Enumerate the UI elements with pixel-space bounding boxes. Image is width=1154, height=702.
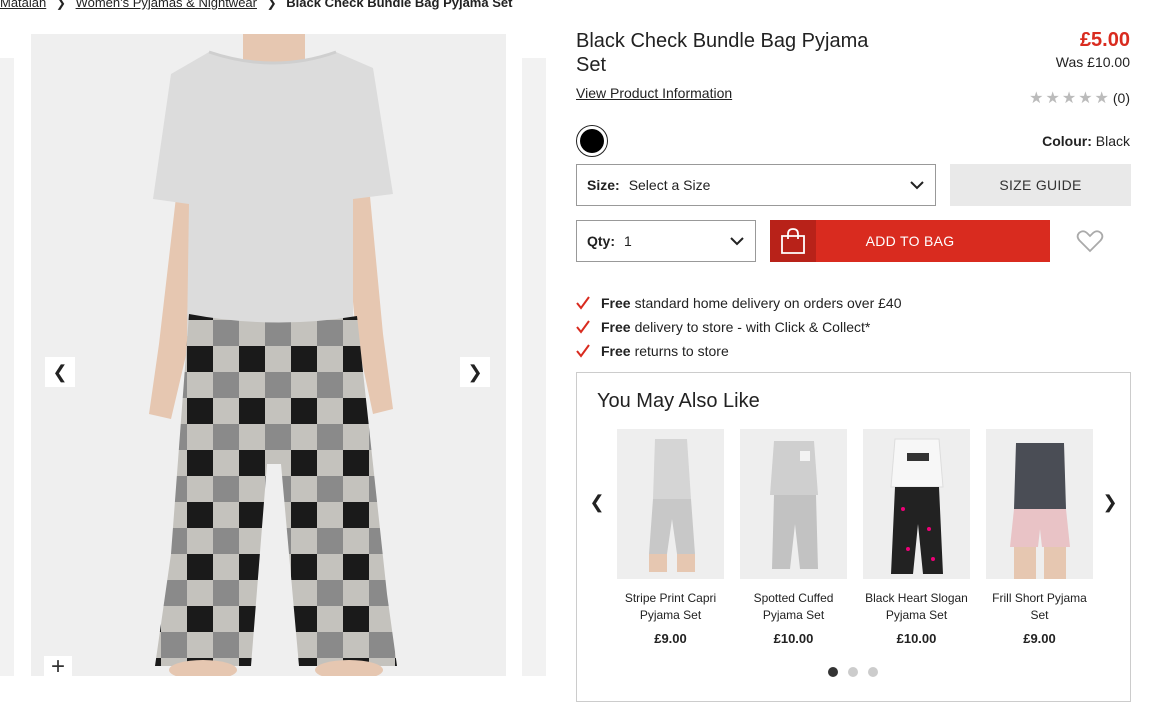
recommendation-image[interactable] — [740, 429, 847, 579]
colour-label: Colour: Black — [1042, 133, 1130, 149]
star-icon: ★ — [1061, 90, 1077, 107]
benefit-bold: Free — [601, 295, 631, 311]
recommendation-price: £9.00 — [1023, 631, 1056, 646]
chevron-down-icon — [910, 181, 924, 190]
you-may-also-like-panel: You May Also Like ❮ ❯ Stripe Print Capri… — [576, 372, 1131, 702]
recommendation-price: £10.00 — [773, 631, 814, 646]
breadcrumb-current: Black Check Bundle Bag Pyjama Set — [286, 0, 513, 10]
chevron-down-icon — [730, 237, 744, 246]
benefit-bold: Free — [601, 343, 631, 359]
product-photo-illustration — [149, 34, 397, 676]
recommendation-image[interactable] — [986, 429, 1093, 579]
heart-icon — [1076, 230, 1104, 253]
star-icon: ★ — [1045, 90, 1060, 107]
gallery-next-button[interactable]: ❯ — [460, 357, 490, 387]
gallery-prev-button[interactable]: ❮ — [45, 357, 75, 387]
product-title: Black Check Bundle Bag Pyjama Set — [576, 30, 869, 76]
benefit-item: Free standard home delivery on orders ov… — [576, 291, 902, 315]
add-to-bag-button[interactable]: ADD TO BAG — [770, 220, 1050, 262]
breadcrumb-separator-icon: ❯ — [55, 0, 66, 10]
chevron-right-icon: ❯ — [1102, 491, 1118, 512]
breadcrumb-link-home[interactable]: Matalan — [0, 0, 46, 10]
recommendation-image[interactable] — [617, 429, 724, 579]
size-select-label: Size: — [587, 177, 620, 193]
recommendation-card[interactable]: Spotted Cuffed Pyjama Set £10.00 — [740, 429, 847, 646]
rating[interactable]: ★ ★ ★ ★ ★ (0) — [1029, 88, 1130, 108]
product-main-image — [31, 34, 506, 676]
shopping-bag-icon — [770, 220, 816, 262]
recommendations-prev-button[interactable]: ❮ — [587, 491, 607, 513]
recommendation-card[interactable]: Black Heart Slogan Pyjama Set £10.00 — [863, 429, 970, 646]
chevron-left-icon: ❮ — [52, 361, 68, 382]
colour-label-title: Colour: — [1042, 133, 1092, 149]
previous-product-image-peek — [0, 58, 14, 676]
recommendation-card[interactable]: Frill Short Pyjama Set £9.00 — [986, 429, 1093, 646]
benefit-bold: Free — [601, 319, 631, 335]
quantity-select-label: Qty: — [587, 233, 615, 249]
recommendation-name[interactable]: Stripe Print Capri Pyjama Set — [617, 590, 724, 624]
size-select-value: Select a Size — [628, 177, 711, 193]
breadcrumb-link-category[interactable]: Women's Pyjamas & Nightwear — [76, 0, 257, 10]
add-to-bag-label: ADD TO BAG — [865, 233, 955, 249]
wishlist-button[interactable] — [1076, 229, 1104, 253]
chevron-right-icon: ❯ — [467, 361, 483, 382]
size-select[interactable]: Size: Select a Size — [576, 164, 936, 206]
star-icon: ★ — [1078, 90, 1093, 107]
breadcrumb-separator-icon: ❯ — [266, 0, 277, 10]
chevron-left-icon: ❮ — [589, 491, 605, 512]
zoom-button[interactable]: + — [44, 655, 72, 679]
recommendation-card[interactable]: Stripe Print Capri Pyjama Set £9.00 — [617, 429, 724, 646]
benefit-item: Free returns to store — [576, 339, 902, 363]
benefit-item: Free delivery to store - with Click & Co… — [576, 315, 902, 339]
benefit-text: returns to store — [634, 343, 729, 359]
colour-swatch-black[interactable] — [576, 125, 608, 157]
colour-swatch-fill — [580, 129, 604, 153]
star-icon: ★ — [1029, 90, 1044, 107]
tick-icon — [576, 344, 590, 358]
star-icon: ★ — [1094, 90, 1109, 107]
delivery-benefits-list: Free standard home delivery on orders ov… — [576, 291, 902, 363]
recommendation-name[interactable]: Black Heart Slogan Pyjama Set — [863, 590, 970, 624]
recommendation-name[interactable]: Frill Short Pyjama Set — [986, 590, 1093, 624]
benefit-text: standard home delivery on orders over £4… — [634, 295, 902, 311]
next-product-image-peek — [522, 58, 546, 676]
recommendation-price: £9.00 — [654, 631, 687, 646]
current-price: £5.00 — [1079, 29, 1130, 51]
tick-icon — [576, 296, 590, 310]
quantity-select[interactable]: Qty: 1 — [576, 220, 756, 262]
recommendations-title: You May Also Like — [597, 390, 760, 412]
rating-count: (0) — [1112, 90, 1130, 106]
recommendation-image[interactable] — [863, 429, 970, 579]
recommendations-next-button[interactable]: ❯ — [1100, 491, 1120, 513]
colour-value: Black — [1095, 133, 1130, 149]
quantity-select-value: 1 — [624, 233, 632, 249]
recommendation-name[interactable]: Spotted Cuffed Pyjama Set — [740, 590, 847, 624]
recommendation-price: £10.00 — [896, 631, 937, 646]
tick-icon — [576, 320, 590, 334]
was-price: Was £10.00 — [1055, 54, 1130, 70]
size-guide-button[interactable]: SIZE GUIDE — [950, 164, 1131, 206]
view-product-information-link[interactable]: View Product Information — [576, 85, 732, 101]
breadcrumb: Matalan ❯ Women's Pyjamas & Nightwear ❯ … — [0, 0, 512, 10]
benefit-text: delivery to store - with Click & Collect… — [634, 319, 871, 335]
